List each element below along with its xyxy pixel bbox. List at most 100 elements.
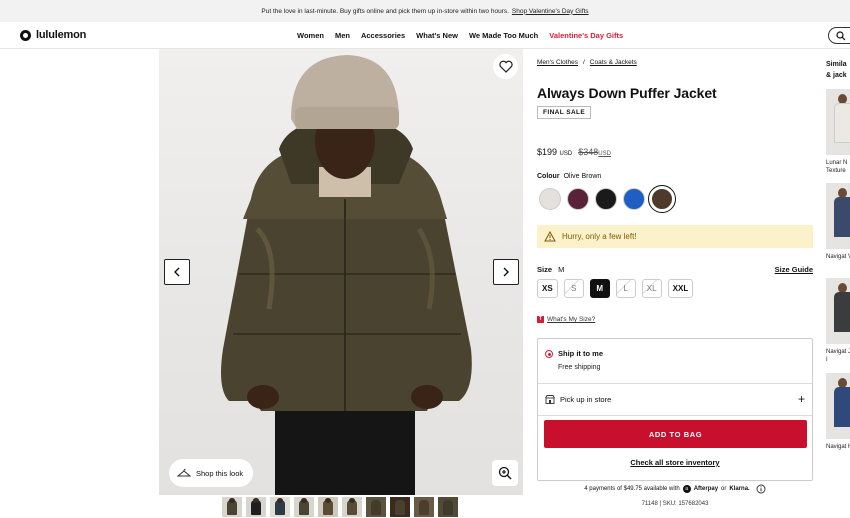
selected-size: M	[558, 265, 565, 274]
price: $199 USD $348USD	[537, 147, 611, 157]
breadcrumb-coats-jackets[interactable]: Coats & Jackets	[590, 59, 637, 66]
colour-label: Colour Olive Brown	[537, 173, 602, 180]
similar-item-name: Navigat JacketI	[826, 349, 850, 363]
chevron-left-icon	[174, 267, 180, 277]
whats-my-size-link[interactable]: T What's My Size?	[537, 316, 595, 323]
fit-tag-icon: T	[537, 316, 544, 323]
sku-text: 71148 | SKU: 157682043	[641, 501, 709, 507]
nav-item-whats-new[interactable]: What's New	[416, 31, 458, 40]
search-icon	[836, 31, 846, 41]
similar-item-image	[826, 373, 850, 439]
promo-link[interactable]: Shop Valentine's Day Gifts	[512, 8, 589, 15]
low-stock-text: Hurry, only a few left!	[562, 232, 637, 241]
size-header: Size M Size Guide	[537, 265, 813, 274]
radio-selected[interactable]	[545, 350, 553, 358]
next-image-button[interactable]	[493, 259, 519, 285]
payment-options: 4 payments of $49.75 available with a Af…	[537, 484, 813, 494]
logo[interactable]: lululemon	[20, 29, 86, 41]
logo-icon	[20, 29, 31, 41]
add-to-wishlist-button[interactable]	[493, 54, 518, 79]
installment-text: 4 payments of $49.75 available with	[584, 486, 680, 492]
warning-icon	[544, 231, 556, 242]
hanger-icon	[177, 468, 191, 477]
similar-item-name: Navigat Vest	[826, 254, 850, 260]
pick-up-in-store-option[interactable]: Pick up in store	[545, 395, 611, 404]
thumbnail[interactable]	[318, 497, 338, 517]
size-label: Size	[537, 265, 553, 274]
store-icon	[545, 395, 555, 404]
nav-item-valentines-gifts[interactable]: Valentine's Day Gifts	[549, 31, 623, 40]
swatch-burgundy[interactable]	[567, 188, 589, 210]
breadcrumb: Men's Clothes / Coats & Jackets	[537, 59, 637, 66]
main-navigation: lululemon Women Men Accessories What's N…	[0, 22, 850, 49]
size-option-xl[interactable]: XL	[641, 279, 662, 298]
nav-item-men[interactable]: Men	[335, 31, 350, 40]
similar-item-name: Lunar N Texture	[826, 160, 848, 174]
original-price: $348USD	[578, 147, 611, 157]
thumbnail[interactable]	[414, 497, 434, 517]
colour-swatches	[539, 185, 676, 213]
afterpay-label[interactable]: Afterpay	[694, 486, 718, 492]
similar-item-image	[826, 278, 850, 344]
nav-item-we-made-too-much[interactable]: We Made Too Much	[469, 31, 538, 40]
swatch-black[interactable]	[595, 188, 617, 210]
klarna-label[interactable]: Klarna.	[729, 486, 749, 492]
thumbnail-strip	[222, 497, 458, 517]
similar-item-image	[826, 89, 850, 155]
size-option-s[interactable]: S	[563, 279, 584, 298]
zoom-button[interactable]	[492, 460, 518, 486]
similar-item-image	[826, 183, 850, 249]
product-image	[221, 55, 472, 495]
search-button[interactable]	[828, 27, 850, 44]
promo-bar: Put the love in last-minute. Buy gifts o…	[0, 0, 850, 22]
thumbnail[interactable]	[390, 497, 410, 517]
swatch-blue[interactable]	[623, 188, 645, 210]
pickup-label: Pick up in store	[560, 395, 612, 404]
check-store-inventory-link[interactable]: Check all store inventory	[538, 458, 812, 467]
sale-price: $199 USD	[537, 147, 573, 157]
thumbnail[interactable]	[294, 497, 314, 517]
similar-item-card[interactable]: Navigat JacketI	[826, 278, 850, 364]
size-selector: XS S M L XL XXL	[537, 279, 694, 298]
size-option-l[interactable]: L	[615, 279, 636, 298]
similar-item-card[interactable]: Lunar N Texture	[826, 89, 850, 175]
product-gallery: Shop this look	[159, 49, 523, 495]
similar-item-card[interactable]: Navigat Vest	[826, 183, 850, 261]
shop-this-look-label: Shop this look	[196, 468, 244, 478]
thumbnail[interactable]	[246, 497, 266, 517]
thumbnail[interactable]	[342, 497, 362, 517]
similar-items-heading: Simila & jack	[826, 61, 847, 79]
final-sale-badge: FINAL SALE	[537, 106, 592, 119]
thumbnail[interactable]	[366, 497, 386, 517]
previous-image-button[interactable]	[164, 259, 190, 285]
thumbnail[interactable]	[222, 497, 242, 517]
size-option-xs[interactable]: XS	[537, 279, 558, 298]
product-title: Always Down Puffer Jacket	[537, 85, 717, 101]
nav-item-accessories[interactable]: Accessories	[361, 31, 405, 40]
nav-item-women[interactable]: Women	[297, 31, 324, 40]
zoom-in-icon	[498, 466, 512, 480]
similar-item-card[interactable]: Navigat Hoodie	[826, 373, 850, 451]
thumbnail[interactable]	[438, 497, 458, 517]
nav-menu: Women Men Accessories What's New We Made…	[297, 31, 623, 40]
swatch-olive-brown[interactable]	[648, 185, 676, 213]
chevron-right-icon	[503, 267, 509, 277]
size-guide-link[interactable]: Size Guide	[775, 265, 813, 274]
heart-icon	[498, 60, 513, 73]
similar-item-name: Navigat Hoodie	[826, 444, 850, 450]
breadcrumb-mens-clothes[interactable]: Men's Clothes	[537, 59, 578, 66]
promo-text: Put the love in last-minute. Buy gifts o…	[261, 7, 509, 15]
selected-colour: Olive Brown	[563, 173, 602, 180]
fulfillment-panel: Ship it to me Free shipping Pick up in s…	[537, 338, 813, 481]
info-icon[interactable]	[756, 484, 766, 494]
afterpay-icon: a	[682, 485, 691, 493]
swatch-light-grey[interactable]	[539, 188, 561, 210]
expand-plus-icon[interactable]: +	[798, 392, 805, 406]
size-option-m[interactable]: M	[589, 279, 610, 298]
shop-this-look-button[interactable]: Shop this look	[169, 459, 253, 487]
size-option-xxl[interactable]: XXL	[667, 279, 694, 298]
or-text: or	[721, 486, 727, 492]
add-to-bag-button[interactable]: ADD TO BAG	[544, 420, 807, 448]
thumbnail[interactable]	[270, 497, 290, 517]
ship-it-option[interactable]: Ship it to me Free shipping	[545, 349, 603, 371]
